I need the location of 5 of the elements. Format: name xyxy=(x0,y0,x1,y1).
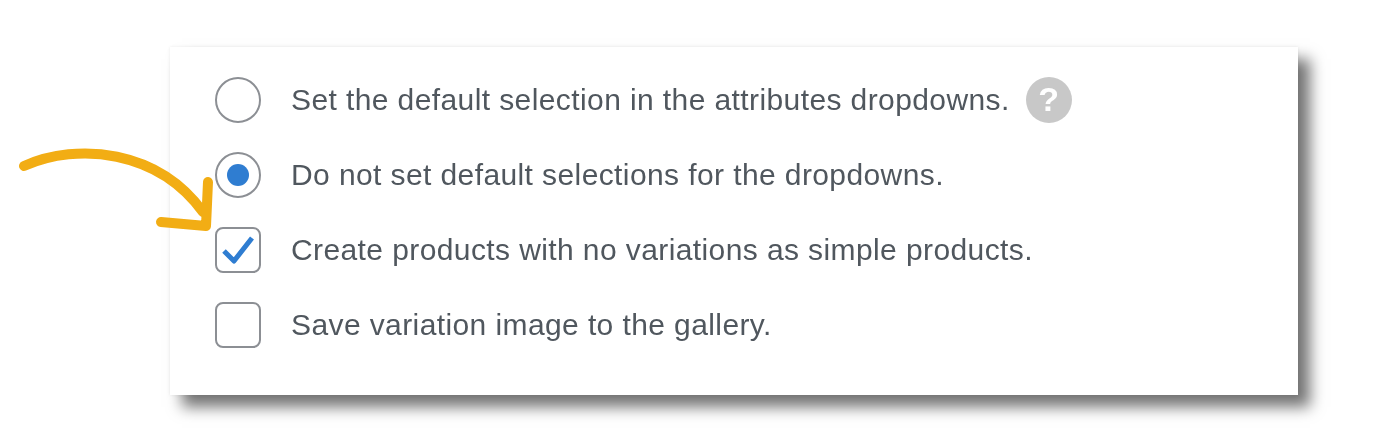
option-label: Save variation image to the gallery. xyxy=(291,307,772,342)
option-label: Set the default selection in the attributes dropdowns. xyxy=(291,82,1010,117)
help-icon[interactable]: ? xyxy=(1025,76,1072,123)
option-label: Create products with no variations as simple products. xyxy=(291,232,1033,267)
option-label: Do not set default selections for the dropdowns. xyxy=(291,157,944,192)
